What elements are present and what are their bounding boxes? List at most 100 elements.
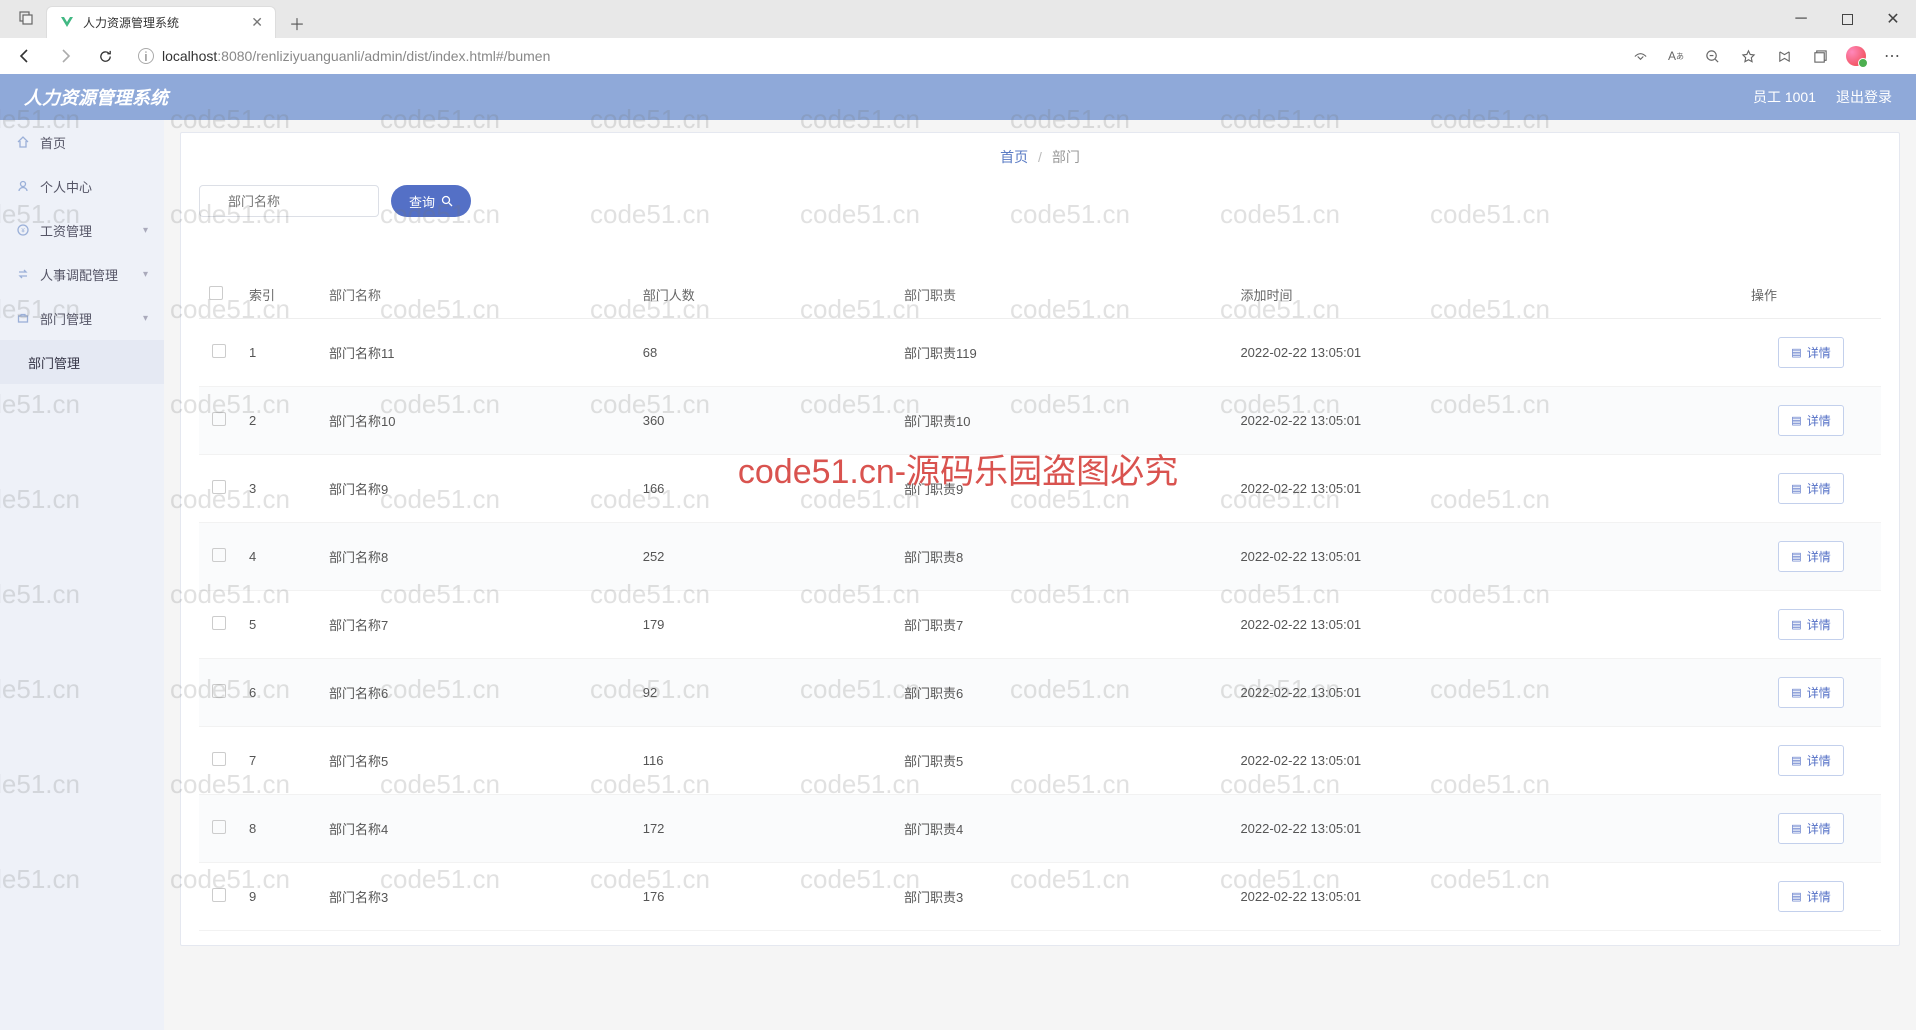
cell-time: 2022-02-22 13:05:01 <box>1230 319 1741 387</box>
cell-name: 部门名称11 <box>319 319 633 387</box>
cell-duty: 部门职责3 <box>894 863 1230 931</box>
content-card: 首页 / 部门 查询 <box>180 132 1900 946</box>
table-row: 5 部门名称7 179 部门职责7 2022-02-22 13:05:01 ▤详… <box>199 591 1881 659</box>
logout-button[interactable]: 退出登录 <box>1836 87 1892 107</box>
row-checkbox[interactable] <box>212 548 226 562</box>
tab-close-icon[interactable]: ✕ <box>251 14 263 31</box>
more-menu-button[interactable]: ⋯ <box>1876 41 1908 71</box>
profile-button[interactable] <box>1840 41 1872 71</box>
breadcrumb-current: 部门 <box>1052 149 1080 165</box>
detail-button[interactable]: ▤详情 <box>1778 813 1843 844</box>
row-checkbox[interactable] <box>212 752 226 766</box>
cell-duty: 部门职责4 <box>894 795 1230 863</box>
favorites-icon[interactable] <box>1732 41 1764 71</box>
select-all-checkbox[interactable] <box>209 286 223 300</box>
row-checkbox[interactable] <box>212 412 226 426</box>
sidebar-item-home[interactable]: 首页 <box>0 120 164 164</box>
document-icon: ▤ <box>1791 686 1801 699</box>
cell-time: 2022-02-22 13:05:01 <box>1230 387 1741 455</box>
back-button[interactable] <box>8 41 42 71</box>
cell-time: 2022-02-22 13:05:01 <box>1230 727 1741 795</box>
cell-duty: 部门职责6 <box>894 659 1230 727</box>
favorites-bar-icon[interactable] <box>1768 41 1800 71</box>
detail-button[interactable]: ▤详情 <box>1778 609 1843 640</box>
document-icon: ▤ <box>1791 346 1801 359</box>
detail-label: 详情 <box>1807 752 1831 769</box>
user-badge[interactable]: 员工 1001 <box>1753 87 1816 107</box>
refresh-button[interactable] <box>88 41 122 71</box>
row-checkbox[interactable] <box>212 820 226 834</box>
detail-button[interactable]: ▤详情 <box>1778 881 1843 912</box>
row-checkbox[interactable] <box>212 480 226 494</box>
maximize-button[interactable] <box>1824 0 1870 38</box>
site-info-icon[interactable]: i <box>138 48 154 64</box>
browser-tab[interactable]: 人力资源管理系统 ✕ <box>46 6 276 38</box>
cell-time: 2022-02-22 13:05:01 <box>1230 455 1741 523</box>
home-icon <box>16 135 30 149</box>
zoom-out-icon[interactable] <box>1696 41 1728 71</box>
search-row: 查询 <box>199 185 1881 217</box>
sidebar-item-department[interactable]: 部门管理 ▾ <box>0 296 164 340</box>
cell-time: 2022-02-22 13:05:01 <box>1230 591 1741 659</box>
col-header-count: 部门人数 <box>633 271 894 319</box>
cell-count: 116 <box>633 727 894 795</box>
address-bar: i localhost:8080/renliziyuanguanli/admin… <box>0 38 1916 74</box>
detail-button[interactable]: ▤详情 <box>1778 405 1843 436</box>
sidebar: 首页 个人中心 ¥ 工资管理 ▾ 人事调配管理 ▾ 部门管理 ▾ <box>0 120 164 1030</box>
table-row: 9 部门名称3 176 部门职责3 2022-02-22 13:05:01 ▤详… <box>199 863 1881 931</box>
detail-button[interactable]: ▤详情 <box>1778 677 1843 708</box>
breadcrumb-home[interactable]: 首页 <box>1000 149 1028 165</box>
sidebar-item-label: 首页 <box>40 133 66 152</box>
detail-button[interactable]: ▤详情 <box>1778 745 1843 776</box>
col-header-name: 部门名称 <box>319 271 633 319</box>
cell-index: 1 <box>239 319 319 387</box>
detail-button[interactable]: ▤ 详情 <box>1778 337 1843 368</box>
forward-button[interactable] <box>48 41 82 71</box>
new-tab-button[interactable]: ＋ <box>282 8 312 38</box>
url-field[interactable]: i localhost:8080/renliziyuanguanli/admin… <box>128 41 1618 71</box>
app-viewport: 人力资源管理系统 员工 1001 退出登录 首页 个人中心 ¥ 工资管理 ▾ 人… <box>0 74 1916 1030</box>
chevron-down-icon: ▾ <box>143 269 148 280</box>
detail-label: 详情 <box>1807 344 1831 361</box>
text-size-icon[interactable]: Aあ <box>1660 41 1692 71</box>
col-header-time: 添加时间 <box>1230 271 1741 319</box>
minimize-button[interactable]: ─ <box>1778 0 1824 38</box>
table-row: 8 部门名称4 172 部门职责4 2022-02-22 13:05:01 ▤详… <box>199 795 1881 863</box>
query-button-label: 查询 <box>409 192 435 211</box>
row-checkbox[interactable] <box>212 888 226 902</box>
sidebar-subitem-department[interactable]: 部门管理 <box>0 340 164 384</box>
cell-count: 68 <box>633 319 894 387</box>
table-row: 3 部门名称9 166 部门职责9 2022-02-22 13:05:01 ▤详… <box>199 455 1881 523</box>
sidebar-item-label: 部门管理 <box>28 353 80 372</box>
table-row: 2 部门名称10 360 部门职责10 2022-02-22 13:05:01 … <box>199 387 1881 455</box>
department-table: 索引 部门名称 部门人数 部门职责 添加时间 操作 1 部门名称11 68 部门… <box>199 271 1881 931</box>
row-checkbox[interactable] <box>212 684 226 698</box>
sidebar-item-label: 工资管理 <box>40 221 92 240</box>
app-title: 人力资源管理系统 <box>24 84 168 110</box>
detail-button[interactable]: ▤详情 <box>1778 473 1843 504</box>
document-icon: ▤ <box>1791 482 1801 495</box>
table-row: 7 部门名称5 116 部门职责5 2022-02-22 13:05:01 ▤详… <box>199 727 1881 795</box>
query-button[interactable]: 查询 <box>391 185 471 217</box>
collections-icon[interactable] <box>1804 41 1836 71</box>
detail-button[interactable]: ▤详情 <box>1778 541 1843 572</box>
col-header-duty: 部门职责 <box>894 271 1230 319</box>
sidebar-item-salary[interactable]: ¥ 工资管理 ▾ <box>0 208 164 252</box>
document-icon: ▤ <box>1791 550 1801 563</box>
sidebar-item-profile[interactable]: 个人中心 <box>0 164 164 208</box>
sidebar-item-label: 人事调配管理 <box>40 265 118 284</box>
read-aloud-icon[interactable] <box>1624 41 1656 71</box>
row-checkbox[interactable] <box>212 344 226 358</box>
close-window-button[interactable]: ✕ <box>1870 0 1916 38</box>
tab-bar: 人力资源管理系统 ✕ ＋ ─ ✕ <box>0 0 1916 38</box>
row-checkbox[interactable] <box>212 616 226 630</box>
detail-label: 详情 <box>1807 616 1831 633</box>
cell-name: 部门名称3 <box>319 863 633 931</box>
cell-time: 2022-02-22 13:05:01 <box>1230 863 1741 931</box>
department-name-input[interactable] <box>199 185 379 217</box>
cell-index: 7 <box>239 727 319 795</box>
tab-actions-button[interactable] <box>12 4 40 32</box>
document-icon: ▤ <box>1791 414 1801 427</box>
cell-count: 360 <box>633 387 894 455</box>
sidebar-item-transfer[interactable]: 人事调配管理 ▾ <box>0 252 164 296</box>
